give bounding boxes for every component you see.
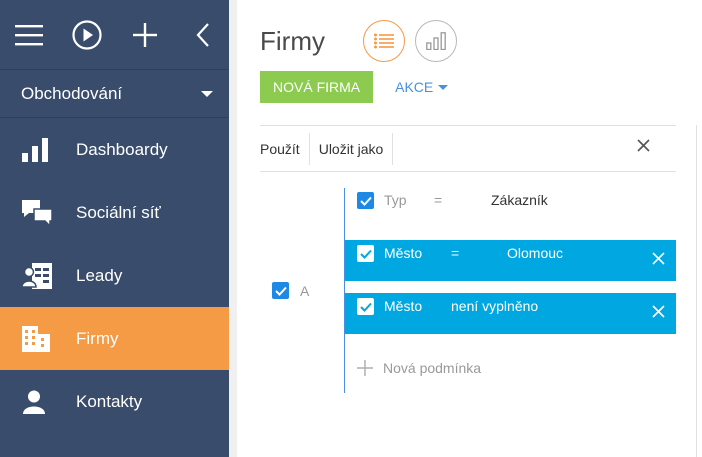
filter-condition-selected[interactable]: Město není vyplněno bbox=[345, 293, 676, 334]
building-icon bbox=[22, 325, 50, 352]
remove-condition-button[interactable] bbox=[652, 252, 665, 268]
filter-condition-selected[interactable]: Město = Olomouc bbox=[345, 240, 676, 281]
sidebar-item-firmy[interactable]: Firmy bbox=[0, 307, 229, 370]
plus-icon bbox=[133, 22, 157, 47]
list-view-button[interactable] bbox=[362, 20, 405, 62]
add-condition-label: Nová podmínka bbox=[383, 360, 482, 376]
group-operator-label[interactable]: A bbox=[300, 283, 309, 299]
actions-dropdown[interactable]: AKCE bbox=[395, 79, 449, 95]
back-button[interactable] bbox=[188, 20, 218, 50]
caret-down-icon bbox=[201, 90, 213, 97]
divider bbox=[696, 125, 697, 457]
sidebar-item-kontakty[interactable]: Kontakty bbox=[0, 370, 229, 433]
new-company-button[interactable]: NOVÁ FIRMA bbox=[260, 71, 374, 103]
sidebar-menu: Dashboardy Sociální síť Leady Firmy Kont… bbox=[0, 118, 229, 433]
lead-card-icon bbox=[22, 262, 52, 289]
condition-value[interactable]: není vyplněno bbox=[451, 298, 538, 314]
add-condition-button[interactable]: Nová podmínka bbox=[357, 360, 481, 376]
menu-button[interactable] bbox=[14, 20, 44, 50]
sidebar-item-label: Sociální síť bbox=[76, 202, 161, 222]
condition-operator[interactable]: = bbox=[451, 245, 459, 261]
page-header: Firmy bbox=[260, 20, 457, 62]
checkmark-icon bbox=[359, 249, 372, 259]
close-icon bbox=[637, 139, 650, 152]
sidebar-item-label: Leady bbox=[76, 265, 123, 285]
close-icon bbox=[652, 252, 665, 265]
condition-field[interactable]: Město bbox=[384, 298, 422, 314]
condition-value[interactable]: Olomouc bbox=[507, 245, 563, 261]
main-area: Firmy NOVÁ FIRMA AKCE Použít Uložit jako bbox=[229, 0, 702, 457]
condition-checkbox[interactable] bbox=[357, 192, 374, 209]
remove-condition-button[interactable] bbox=[652, 305, 665, 321]
action-bar: NOVÁ FIRMA AKCE bbox=[260, 71, 449, 103]
bar-chart-icon bbox=[22, 137, 48, 162]
condition-operator[interactable]: = bbox=[434, 192, 442, 208]
content-panel: Firmy NOVÁ FIRMA AKCE Použít Uložit jako bbox=[237, 0, 702, 457]
sidebar: Obchodování Dashboardy Sociální síť Lead… bbox=[0, 0, 229, 457]
sidebar-item-label: Dashboardy bbox=[76, 139, 168, 159]
checkmark-icon bbox=[274, 286, 287, 296]
sidebar-item-label: Kontakty bbox=[76, 391, 143, 411]
actions-label: AKCE bbox=[395, 79, 434, 95]
workplace-label: Obchodování bbox=[21, 83, 123, 103]
add-button[interactable] bbox=[130, 20, 160, 50]
apply-filter-button[interactable]: Použít bbox=[260, 133, 300, 165]
hamburger-icon bbox=[15, 24, 43, 45]
condition-checkbox[interactable] bbox=[357, 298, 374, 315]
filter-condition[interactable]: Typ = Zákazník bbox=[345, 188, 676, 214]
page-title: Firmy bbox=[260, 25, 325, 56]
sidebar-toolbar bbox=[0, 0, 229, 70]
sidebar-item-socialni-sit[interactable]: Sociální síť bbox=[0, 181, 229, 244]
group-toggle: A bbox=[272, 282, 309, 299]
close-icon bbox=[652, 305, 665, 318]
play-circle-icon bbox=[72, 19, 102, 50]
run-process-button[interactable] bbox=[72, 19, 102, 50]
checkmark-icon bbox=[359, 302, 372, 312]
list-icon bbox=[373, 33, 394, 49]
sidebar-item-leady[interactable]: Leady bbox=[0, 244, 229, 307]
sidebar-item-dashboardy[interactable]: Dashboardy bbox=[0, 118, 229, 181]
condition-value[interactable]: Zákazník bbox=[491, 192, 548, 208]
group-checkbox[interactable] bbox=[272, 282, 289, 299]
close-filter-button[interactable] bbox=[637, 139, 650, 157]
group-bracket bbox=[344, 188, 345, 393]
caret-down-icon bbox=[438, 84, 449, 90]
plus-icon bbox=[357, 360, 373, 376]
condition-checkbox[interactable] bbox=[357, 245, 374, 262]
bar-chart-outline-icon bbox=[426, 32, 446, 50]
chevron-left-icon bbox=[196, 22, 209, 47]
divider bbox=[308, 132, 310, 165]
analytics-view-button[interactable] bbox=[414, 20, 457, 62]
save-as-button[interactable]: Uložit jako bbox=[319, 133, 384, 165]
chat-bubbles-icon bbox=[22, 199, 52, 226]
condition-field[interactable]: Typ bbox=[384, 192, 407, 208]
workplace-selector[interactable]: Obchodování bbox=[0, 70, 229, 118]
sidebar-item-label: Firmy bbox=[76, 328, 119, 348]
divider bbox=[392, 132, 394, 165]
condition-field[interactable]: Město bbox=[384, 245, 422, 261]
filter-toolbar: Použít Uložit jako bbox=[260, 125, 676, 172]
person-icon bbox=[23, 390, 45, 414]
checkmark-icon bbox=[359, 196, 372, 206]
